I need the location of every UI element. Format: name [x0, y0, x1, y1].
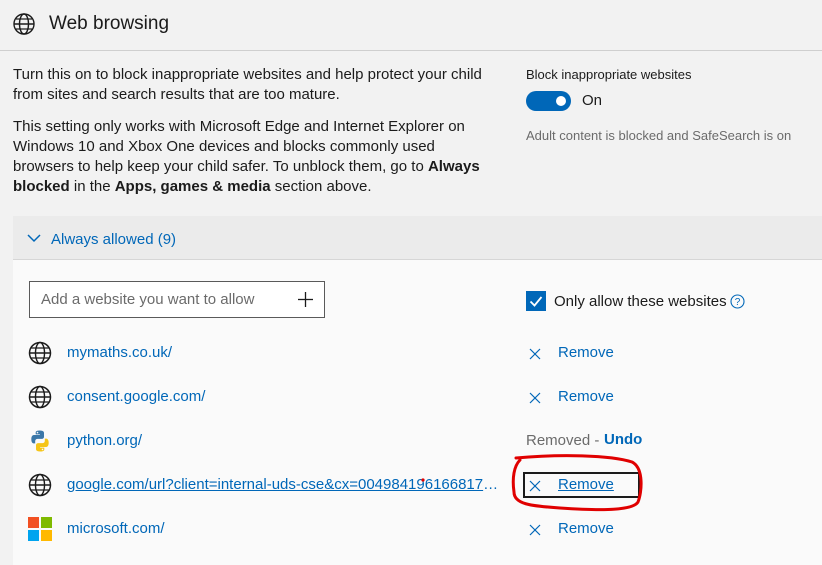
close-icon [529, 348, 541, 360]
always-allowed-label: Always allowed (9) [51, 231, 177, 248]
site-link[interactable]: microsoft.com/ [67, 520, 504, 537]
site-link[interactable]: python.org/ [67, 432, 504, 449]
only-allow-label: Only allow these websites [554, 293, 727, 310]
microsoft-icon [28, 517, 52, 541]
remove-label: Remove [558, 388, 614, 405]
chevron-down-icon [27, 234, 41, 243]
toggle-knob [556, 96, 566, 106]
svg-text:?: ? [735, 297, 741, 308]
block-inappropriate-toggle[interactable] [526, 91, 571, 111]
description-paragraph-1: Turn this on to block inappropriate webs… [13, 66, 482, 103]
python-icon [31, 430, 49, 452]
adult-content-note: Adult content is blocked and SafeSearch … [526, 128, 792, 143]
remove-label: Remove [558, 344, 614, 361]
site-link[interactable]: consent.google.com/ [67, 388, 504, 405]
only-allow-checkbox[interactable] [526, 291, 546, 311]
globe-icon [28, 385, 52, 409]
site-row: consent.google.com/ Remove [0, 375, 822, 419]
site-row: microsoft.com/ Remove [0, 507, 822, 551]
page-title: Web browsing [49, 13, 170, 34]
site-link[interactable]: mymaths.co.uk/ [67, 344, 504, 361]
section-header: Web browsing [0, 0, 822, 51]
site-row: google.com/url?client=internal-uds-cse&c… [0, 463, 822, 507]
add-website-input[interactable] [30, 282, 290, 317]
toggle-state-label: On [582, 92, 603, 109]
description-text: This setting only works with Microsoft E… [13, 118, 465, 175]
apps-games-media-reference: Apps, games & media [114, 178, 271, 195]
description-text: section above. [270, 178, 372, 195]
remove-label: Remove [558, 520, 614, 537]
always-allowed-expander[interactable]: Always allowed (9) [13, 216, 822, 260]
globe-icon [28, 473, 52, 497]
add-website-field [29, 281, 325, 318]
undo-button[interactable]: Undo [604, 431, 642, 448]
removed-status: Removed - [526, 432, 600, 449]
add-icon[interactable] [297, 291, 314, 308]
focus-outline [523, 472, 640, 498]
site-row: python.org/ Removed - Undo [0, 419, 822, 463]
site-link[interactable]: google.com/url?client=internal-uds-cse&c… [67, 476, 504, 493]
close-icon [529, 524, 541, 536]
description-paragraph-2: This setting only works with Microsoft E… [13, 117, 493, 197]
site-row: mymaths.co.uk/ Remove [0, 331, 822, 375]
help-icon[interactable]: ? [730, 294, 745, 309]
globe-icon [13, 13, 35, 35]
checkmark-icon [529, 296, 543, 307]
close-icon [529, 392, 541, 404]
description-text: in the [69, 178, 115, 195]
globe-icon [28, 341, 52, 365]
block-inappropriate-label: Block inappropriate websites [526, 67, 692, 82]
